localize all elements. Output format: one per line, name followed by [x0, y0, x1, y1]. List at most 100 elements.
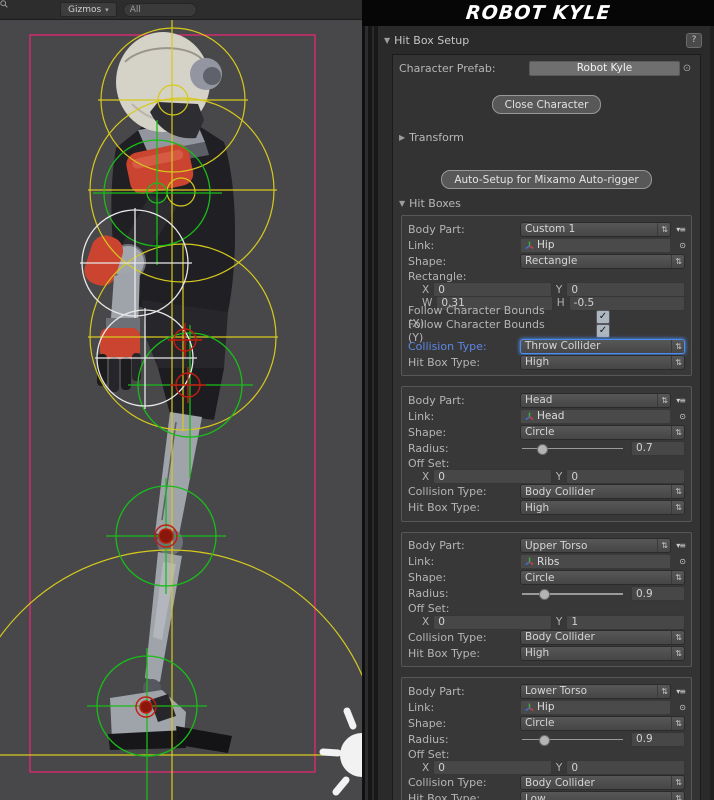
shape-dropdown[interactable]: Circle ⇅: [520, 716, 685, 731]
scene-search-value: All: [130, 5, 141, 15]
shape-label: Shape:: [408, 717, 520, 730]
dropdown-arrows-icon: ⇅: [671, 631, 682, 644]
object-picker-icon[interactable]: ⊙: [680, 63, 694, 74]
link-object-field[interactable]: Hip: [520, 238, 671, 253]
hit-box-type-dropdown[interactable]: High ⇅: [520, 355, 685, 370]
shape-dropdown[interactable]: Rectangle ⇅: [520, 254, 685, 269]
collision-type-dropdown[interactable]: Body Collider ⇅: [520, 775, 685, 790]
transform-axis-icon: [525, 557, 534, 566]
page-title: ROBOT KYLE: [465, 2, 612, 24]
radius-value-field[interactable]: 0.9: [631, 732, 685, 747]
body-part-dropdown[interactable]: Lower Torso ⇅: [520, 684, 671, 699]
body-part-dropdown[interactable]: Custom 1 ⇅: [520, 222, 671, 237]
offset-label: Off Set:: [408, 457, 520, 470]
follow-bounds-y-checkbox[interactable]: ✓: [596, 324, 610, 338]
follow-bounds-x-checkbox[interactable]: ✓: [596, 310, 610, 324]
radius-slider[interactable]: [520, 587, 625, 600]
object-picker-icon[interactable]: ⊙: [671, 703, 685, 712]
collision-type-label: Collision Type:: [408, 776, 520, 789]
close-character-button[interactable]: Close Character: [492, 95, 602, 114]
dropdown-arrows-icon: ⇅: [671, 571, 682, 584]
radius-label: Radius:: [408, 733, 520, 746]
scene-viewport[interactable]: [0, 0, 362, 800]
dropdown-arrows-icon: ⇅: [671, 426, 682, 439]
hit-box-type-label: Hit Box Type:: [408, 356, 520, 369]
scene-toolbar: Gizmos ▾ All: [0, 0, 362, 20]
gizmos-dropdown[interactable]: Gizmos ▾: [60, 2, 117, 17]
link-label: Link:: [408, 239, 520, 252]
hit-box-type-dropdown[interactable]: High ⇅: [520, 500, 685, 515]
rect-h-field[interactable]: -0.5: [569, 296, 685, 311]
link-label: Link:: [408, 410, 520, 423]
dropdown-arrows-icon: ⇅: [671, 485, 682, 498]
character-prefab-field[interactable]: Robot Kyle: [529, 61, 680, 76]
auto-setup-button[interactable]: Auto-Setup for Mixamo Auto-rigger: [441, 170, 651, 189]
object-picker-icon[interactable]: ⊙: [671, 557, 685, 566]
hit-box-group-lower-torso: Body Part: Lower Torso ⇅ ▾≡ Link: Hip: [401, 677, 692, 800]
x-label: X: [422, 284, 429, 296]
x-label: X: [422, 471, 429, 483]
radius-slider[interactable]: [520, 442, 625, 455]
shape-dropdown[interactable]: Circle ⇅: [520, 570, 685, 585]
object-picker-icon[interactable]: ⊙: [671, 412, 685, 421]
radius-slider[interactable]: [520, 733, 625, 746]
presets-icon[interactable]: ▾≡: [671, 225, 685, 234]
rectangle-label: Rectangle:: [408, 270, 520, 283]
hit-box-type-dropdown[interactable]: High ⇅: [520, 646, 685, 661]
collision-type-dropdown[interactable]: Throw Collider ⇅: [520, 339, 685, 354]
hit-box-setup-body: Character Prefab: Robot Kyle ⊙ Close Cha…: [392, 54, 701, 800]
radius-value-field[interactable]: 0.7: [631, 441, 685, 456]
offset-y-field[interactable]: 0: [566, 469, 685, 484]
shape-label: Shape:: [408, 426, 520, 439]
hit-box-type-dropdown[interactable]: Low ⇅: [520, 791, 685, 800]
dropdown-arrows-icon: ⇅: [657, 685, 668, 698]
dropdown-arrows-icon: ⇅: [657, 539, 668, 552]
shape-dropdown[interactable]: Circle ⇅: [520, 425, 685, 440]
presets-icon[interactable]: ▾≡: [671, 687, 685, 696]
body-part-label: Body Part:: [408, 685, 520, 698]
gizmos-label: Gizmos: [68, 5, 101, 15]
scene-search-input[interactable]: All: [123, 3, 197, 17]
body-part-dropdown[interactable]: Upper Torso ⇅: [520, 538, 671, 553]
hit-boxes-foldout[interactable]: ▼ Hit Boxes: [399, 196, 694, 210]
foldout-open-icon: ▼: [399, 199, 405, 208]
offset-label: Off Set:: [408, 602, 520, 615]
hit-box-group-upper-torso: Body Part: Upper Torso ⇅ ▾≡ Link: Ribs: [401, 532, 692, 668]
offset-x-field[interactable]: 0: [433, 615, 552, 630]
collision-type-dropdown[interactable]: Body Collider ⇅: [520, 630, 685, 645]
link-object-field[interactable]: Head: [520, 409, 671, 424]
offset-x-field[interactable]: 0: [433, 760, 552, 775]
collision-type-label: Collision Type:: [408, 631, 520, 644]
transform-foldout[interactable]: ▶ Transform: [399, 130, 694, 144]
help-button[interactable]: ?: [686, 33, 702, 48]
hit-box-type-label: Hit Box Type:: [408, 792, 520, 800]
offset-y-field[interactable]: 1: [566, 615, 685, 630]
hit-box-group-head: Body Part: Head ⇅ ▾≡ Link: Head ⊙: [401, 386, 692, 522]
hit-box-type-label: Hit Box Type:: [408, 501, 520, 514]
dropdown-arrows-icon: ⇅: [671, 776, 682, 789]
foldout-closed-icon: ▶: [399, 133, 405, 142]
radius-label: Radius:: [408, 587, 520, 600]
foldout-open-icon[interactable]: ▼: [384, 36, 390, 45]
body-part-dropdown[interactable]: Head ⇅: [520, 393, 671, 408]
panel-splitter[interactable]: [362, 26, 378, 800]
dropdown-arrows-icon: ⇅: [671, 647, 682, 660]
link-object-field[interactable]: Ribs: [520, 554, 671, 569]
hit-box-setup-foldout[interactable]: Hit Box Setup: [394, 34, 469, 47]
presets-icon[interactable]: ▾≡: [671, 541, 685, 550]
object-picker-icon[interactable]: ⊙: [671, 241, 685, 250]
scene-view[interactable]: Gizmos ▾ All: [0, 0, 362, 800]
collision-type-dropdown[interactable]: Body Collider ⇅: [520, 484, 685, 499]
character-prefab-label: Character Prefab:: [399, 62, 529, 75]
presets-icon[interactable]: ▾≡: [671, 396, 685, 405]
dropdown-arrows-icon: ⇅: [657, 394, 668, 407]
radius-value-field[interactable]: 0.9: [631, 586, 685, 601]
x-label: X: [422, 762, 429, 774]
link-object-field[interactable]: Hip: [520, 700, 671, 715]
offset-y-field[interactable]: 0: [566, 760, 685, 775]
transform-axis-icon: [525, 412, 534, 421]
x-label: X: [422, 616, 429, 628]
offset-x-field[interactable]: 0: [433, 469, 552, 484]
link-label: Link:: [408, 701, 520, 714]
dropdown-arrows-icon: ⇅: [657, 223, 668, 236]
